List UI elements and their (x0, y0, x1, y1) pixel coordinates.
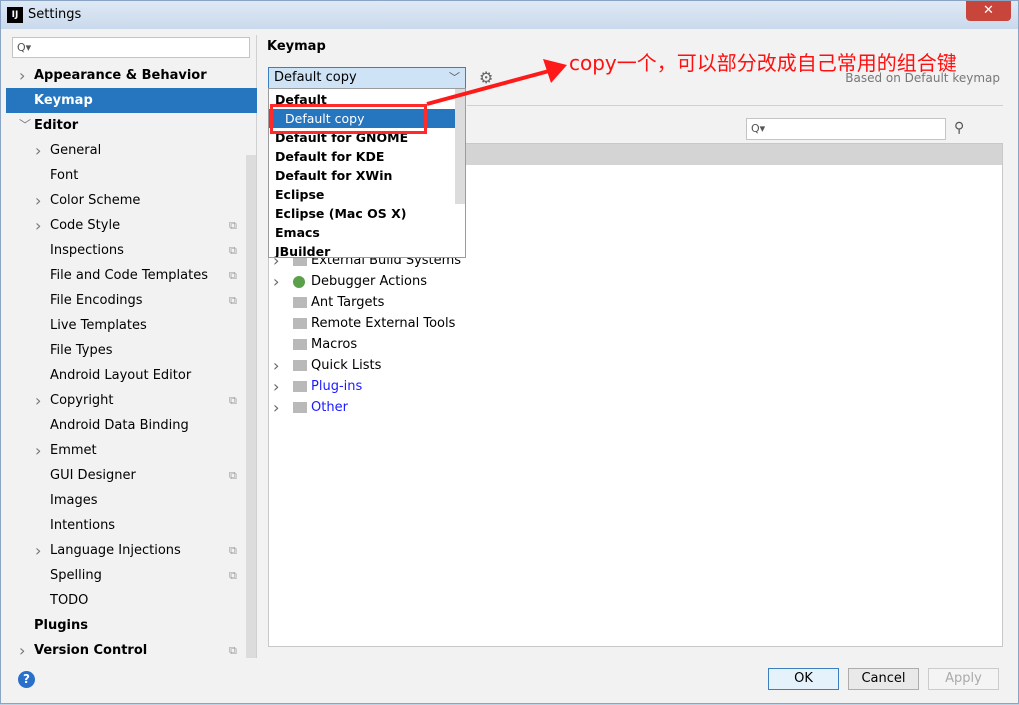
apply-button[interactable]: Apply (928, 668, 999, 690)
ok-button[interactable]: OK (768, 668, 839, 690)
annotation-arrow (426, 59, 567, 106)
annotation-text: copy一个，可以部分改成自己常用的组合键 (569, 51, 957, 75)
cancel-button[interactable]: Cancel (848, 668, 919, 690)
settings-window: IJ Settings ✕ Q▾ › Appearance & Behavior K… (0, 0, 1019, 704)
help-icon[interactable]: ? (18, 671, 35, 688)
